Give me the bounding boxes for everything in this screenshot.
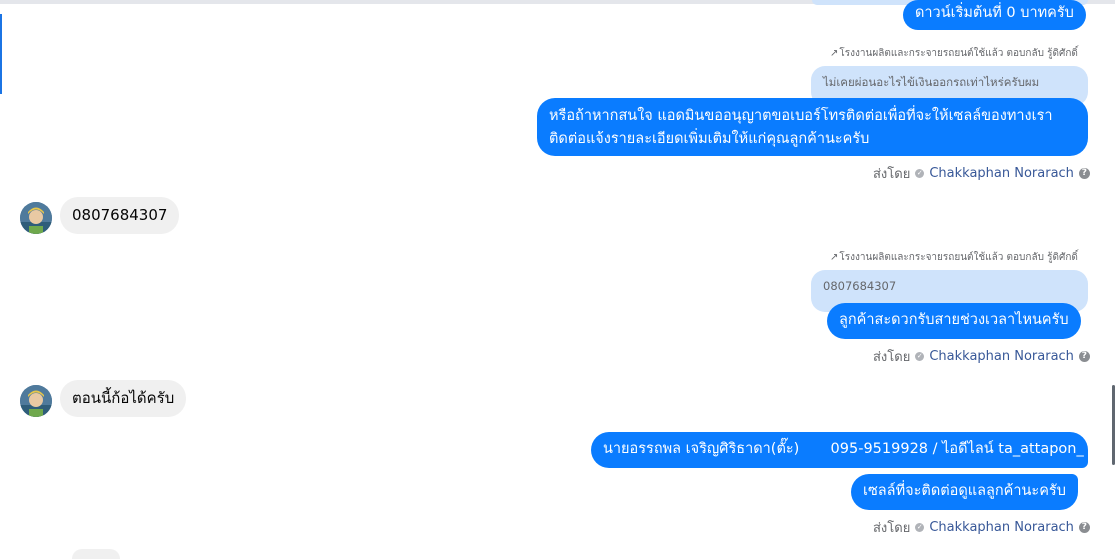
message-text-line: หรือถ้าหากสนใจ แอดมินขออนุญาตขอเบอร์โทรต… (549, 108, 1053, 124)
sent-by-info: ส่งโดย ✓ Chakkaphan Norarach ? (873, 346, 1090, 367)
message-text-line: ติดต่อแจ้งรายละเอียดเพิ่มเติมให้แก่คุณลู… (549, 131, 870, 147)
reply-arrow-icon: ↗ (830, 48, 839, 59)
sent-by-label: ส่งโดย (873, 521, 911, 536)
outgoing-message[interactable]: ลูกค้าสะดวกรับสายช่วงเวลาไหนครับ (827, 303, 1081, 339)
quoted-text: ไม่เคยผ่อนอะไรไข้เงินออกรถเท่าไหร่ครับผม (823, 75, 1040, 89)
reply-meta-text: โรงงานผลิตและกระจายรถยนต์ใช้แล้ว ตอบกลับ… (839, 252, 1078, 263)
outgoing-message[interactable]: นายอรรถพล เจริญศิริธาดา(ตั๊ะ) 095-951992… (591, 432, 1088, 468)
message-text: ดาวน์เริ่มต้นที่ 0 บาทครับ (915, 5, 1074, 21)
sender-name[interactable]: Chakkaphan Norarach (929, 520, 1074, 535)
help-icon[interactable]: ? (1078, 351, 1090, 362)
incoming-message[interactable]: ตอนนี้ก้อได้ครับ (60, 380, 187, 417)
left-accent-bar (0, 14, 2, 94)
contact-avatar[interactable] (20, 202, 52, 234)
verified-icon: ✓ (915, 352, 925, 361)
sender-name[interactable]: Chakkaphan Norarach (929, 349, 1074, 364)
message-text: ลูกค้าสะดวกรับสายช่วงเวลาไหนครับ (839, 312, 1069, 328)
reply-meta: ↗โรงงานผลิตและกระจายรถยนต์ใช้แล้ว ตอบกลั… (830, 46, 1078, 61)
outgoing-message[interactable]: เซลล์ที่จะติดต่อดูแลลูกค้านะครับ (851, 474, 1078, 510)
help-icon[interactable]: ? (1078, 522, 1090, 533)
chat-thread: ดาวน์เริ่มต้นที่ 0 บาทครับ ↗โรงงานผลิตแล… (0, 0, 1115, 559)
message-text: ตอนนี้ก้อได้ครับ (72, 389, 175, 407)
message-text: เซลล์ที่จะติดต่อดูแลลูกค้านะครับ (863, 483, 1066, 499)
sent-by-info: ส่งโดย ✓ Chakkaphan Norarach ? (873, 163, 1090, 184)
verified-icon: ✓ (915, 523, 925, 532)
sender-name[interactable]: Chakkaphan Norarach (929, 166, 1074, 181)
contact-avatar[interactable] (20, 385, 52, 417)
incoming-message[interactable]: 0807684307 (60, 197, 180, 234)
reply-meta-text: โรงงานผลิตและกระจายรถยนต์ใช้แล้ว ตอบกลับ… (839, 48, 1078, 59)
next-message-edge (72, 549, 120, 559)
reply-meta: ↗โรงงานผลิตและกระจายรถยนต์ใช้แล้ว ตอบกลั… (830, 250, 1078, 265)
verified-icon: ✓ (915, 169, 925, 178)
sent-by-info: ส่งโดย ✓ Chakkaphan Norarach ? (873, 517, 1090, 538)
sent-by-label: ส่งโดย (873, 167, 911, 182)
outgoing-message[interactable]: ดาวน์เริ่มต้นที่ 0 บาทครับ (903, 0, 1086, 30)
sales-name: นายอรรถพล เจริญศิริธาดา(ตั๊ะ) (603, 441, 800, 457)
sent-by-label: ส่งโดย (873, 350, 911, 365)
sales-contact: 095-9519928 / ไอดีไลน์ ta_attapon_ (830, 441, 1084, 457)
reply-arrow-icon: ↗ (830, 252, 839, 263)
quoted-text: 0807684307 (823, 279, 897, 293)
message-text: 0807684307 (72, 206, 168, 224)
help-icon[interactable]: ? (1078, 168, 1090, 179)
outgoing-message[interactable]: หรือถ้าหากสนใจ แอดมินขออนุญาตขอเบอร์โทรต… (537, 98, 1088, 156)
